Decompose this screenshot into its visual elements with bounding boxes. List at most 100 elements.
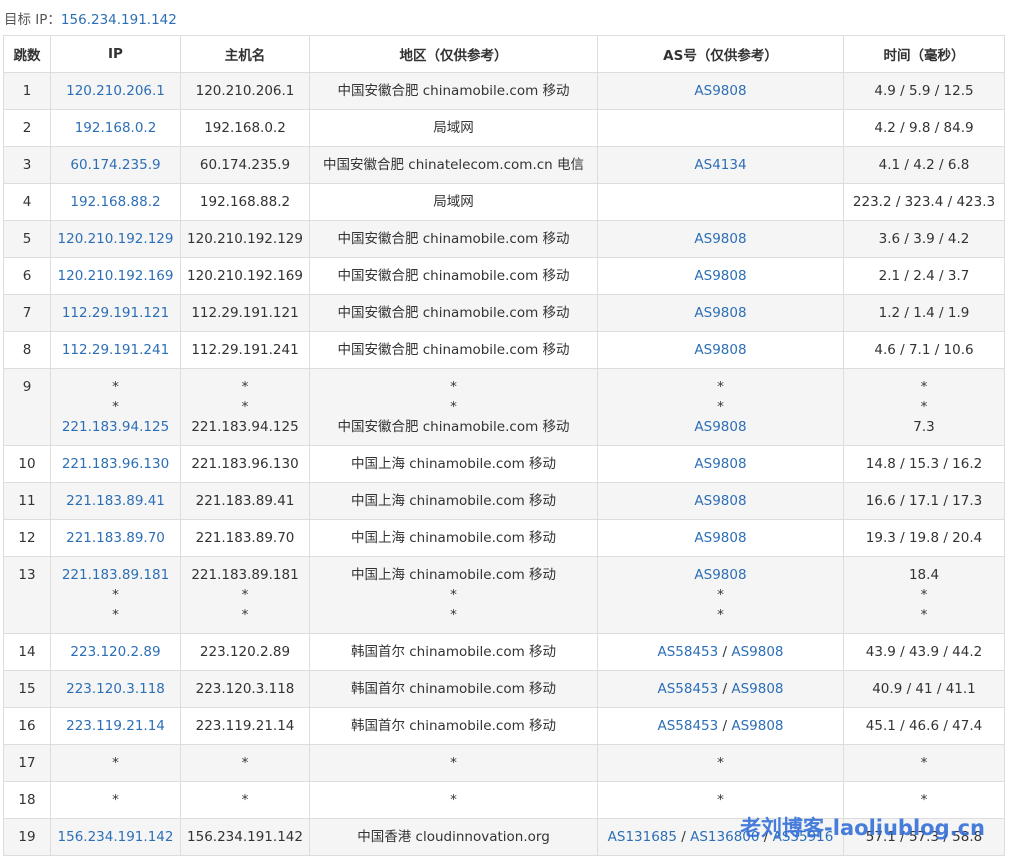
as-line: AS4134 [599,155,843,175]
as-link[interactable]: AS58453 [657,681,718,697]
region-text: 中国安徽合肥 chinamobile.com 移动 [337,419,570,435]
as-line: * [599,753,843,773]
hostname-text: 223.120.3.118 [195,681,295,697]
region-text: * [450,755,457,771]
ip-link[interactable]: 120.210.192.169 [52,266,180,286]
time-cell: 16.6 / 17.1 / 17.3 [843,482,1005,520]
ip-link[interactable]: 192.168.0.2 [52,118,180,138]
as-line: * [599,585,843,605]
ip-link[interactable]: 120.210.206.1 [52,81,180,101]
as-cell: AS58453 / AS9808 [597,707,844,745]
hop-number: 17 [18,755,36,771]
hop-cell: 19 [3,818,51,856]
ip-link[interactable]: 221.183.89.181 [52,565,180,585]
region-cell: 局域网 [309,109,598,147]
as-link[interactable]: AS9808 [731,681,783,697]
ip-link[interactable]: 221.183.89.70 [52,528,180,548]
ip-link[interactable]: 60.174.235.9 [52,155,180,175]
as-line: AS9808 [599,81,843,101]
as-link[interactable]: AS9808 [694,305,746,321]
region-cell: 中国安徽合肥 chinamobile.com 移动 [309,220,598,258]
as-link[interactable]: AS9808 [694,456,746,472]
ip-missing: * [112,792,119,808]
as-link[interactable]: AS58453 [657,644,718,660]
time-text: 4.1 / 4.2 / 6.8 [878,157,970,173]
ip-link[interactable]: 221.183.89.41 [52,491,180,511]
region-text: 中国安徽合肥 chinatelecom.com.cn 电信 [322,157,585,173]
hop-number: 12 [18,530,36,546]
ip-link[interactable]: 112.29.191.241 [52,340,180,360]
as-link[interactable]: AS9808 [694,342,746,358]
region-text: 韩国首尔 chinamobile.com 移动 [350,681,557,697]
region-text: * [450,399,457,415]
target-ip-link[interactable]: 156.234.191.142 [61,12,177,28]
as-link[interactable]: AS9808 [694,419,746,435]
as-link[interactable]: AS9808 [694,231,746,247]
as-link[interactable]: AS9808 [694,83,746,99]
time-cell: 1.2 / 1.4 / 1.9 [843,294,1005,332]
ip-link[interactable]: 156.234.191.142 [52,827,180,847]
hop-number: 10 [18,456,36,472]
as-link[interactable]: AS58453 [657,718,718,734]
time-text: * [920,607,928,623]
ip-link[interactable]: 223.119.21.14 [52,716,180,736]
ip-link[interactable]: 221.183.96.130 [52,454,180,474]
ip-link[interactable]: 112.29.191.121 [52,303,180,323]
region-cell: 中国安徽合肥 chinamobile.com 移动 [309,72,598,110]
region-cell: 中国上海 chinamobile.com 移动 * * [309,556,598,634]
hostname-cell: 120.210.192.129 [180,220,310,258]
as-line: * [599,397,843,417]
hop-cell: 4 [3,183,51,221]
hostname-text: 120.210.192.129 [187,231,303,247]
hostname-text: 192.168.88.2 [199,194,291,210]
as-line: AS9808 [599,303,843,323]
ip-link[interactable]: 120.210.192.129 [52,229,180,249]
region-cell: * [309,781,598,819]
as-cell: AS58453 / AS9808 [597,633,844,671]
hop-number: 3 [22,157,32,173]
region-cell: 中国安徽合肥 chinatelecom.com.cn 电信 [309,146,598,184]
as-link[interactable]: AS9808 [694,493,746,509]
table-row: 3 60.174.235.9 60.174.235.9 中国安徽合肥 chinatel… [3,146,1005,184]
time-text: * [920,792,928,808]
column-header-hostname: 主机名 [180,35,310,73]
hostname-cell: 221.183.89.41 [180,482,310,520]
as-link[interactable]: AS4134 [694,157,746,173]
time-text: 7.3 [913,419,935,435]
table-row: 6 120.210.192.169 120.210.192.169 中国安徽合肥 ch… [3,257,1005,295]
ip-link[interactable]: 221.183.94.125 [52,417,180,437]
time-text: * [920,379,928,395]
hostname-text: 221.183.89.70 [195,530,295,546]
as-cell [597,109,844,147]
ip-cell: 221.183.89.41 [50,482,181,520]
as-cell: * [597,744,844,782]
hop-cell: 8 [3,331,51,369]
as-line: * [599,377,843,397]
as-link[interactable]: AS131685 [608,829,677,845]
hop-cell: 2 [3,109,51,147]
as-link[interactable]: AS9808 [694,530,746,546]
table-row: 4 192.168.88.2 192.168.88.2 局域网 223.2 / 323… [3,183,1005,221]
ip-missing: * [112,755,119,771]
ip-link[interactable]: 192.168.88.2 [52,192,180,212]
hop-cell: 13 [3,556,51,634]
as-link[interactable]: AS9808 [731,718,783,734]
as-link[interactable]: AS9808 [694,268,746,284]
ip-cell: 112.29.191.121 [50,294,181,332]
as-line: AS9808 [599,266,843,286]
hop-number: 2 [22,120,32,136]
hostname-text: * [241,755,249,771]
as-link[interactable]: AS9808 [694,567,746,583]
time-cell: 40.9 / 41 / 41.1 [843,670,1005,708]
as-link[interactable]: AS9808 [731,644,783,660]
ip-cell: 192.168.0.2 [50,109,181,147]
region-cell: 中国香港 cloudinnovation.org [309,818,598,856]
hostname-cell: 221.183.89.70 [180,519,310,557]
region-text: 中国安徽合肥 chinamobile.com 移动 [337,268,570,284]
hop-number: 15 [18,681,36,697]
column-header-as: AS号（仅供参考） [597,35,844,73]
ip-link[interactable]: 223.120.2.89 [52,642,180,662]
table-row: 17 * * * * * [3,744,1005,782]
as-separator: / [718,681,732,697]
ip-link[interactable]: 223.120.3.118 [52,679,180,699]
